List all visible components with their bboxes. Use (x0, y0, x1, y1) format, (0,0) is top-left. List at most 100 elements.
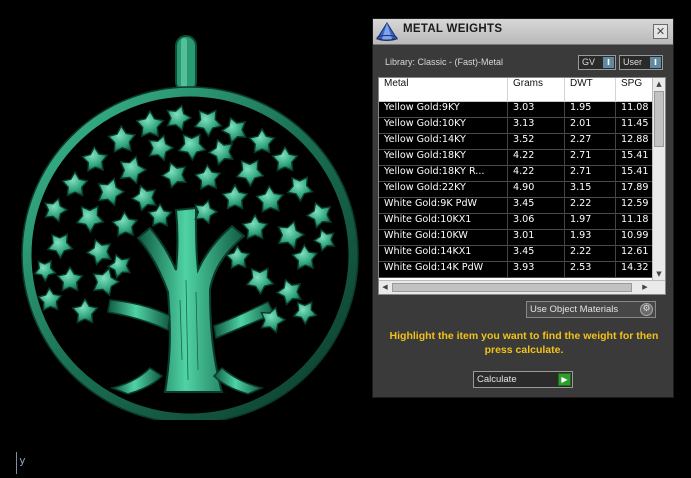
cell-metal: White Gold:14KX1 (379, 246, 508, 262)
panel-title: METAL WEIGHTS (403, 23, 503, 35)
maple-leaf (292, 300, 318, 326)
scroll-right-icon[interactable]: ▶ (639, 281, 651, 294)
user-toggle[interactable]: User I (619, 55, 663, 70)
calculate-button[interactable]: Calculate ▶ (473, 371, 573, 388)
scroll-left-icon[interactable]: ◀ (379, 281, 391, 294)
table-row[interactable]: White Gold:9K PdW 3.45 2.22 12.59 (379, 198, 653, 214)
cell-dwt: 2.01 (565, 118, 616, 134)
axis-y-label: y (19, 454, 26, 467)
gv-toggle-label: GV (582, 57, 596, 67)
library-label: Library: Classic - (Fast)-Metal (385, 57, 504, 67)
use-object-materials-label: Use Object Materials (530, 304, 619, 315)
table-row[interactable]: Yellow Gold:14KY 3.52 2.27 12.88 (379, 134, 653, 150)
maple-leaf (245, 267, 275, 296)
metal-table[interactable]: Metal Grams DWT SPG Yellow Gold:9KY 3.03 1… (378, 77, 666, 295)
scroll-down-icon[interactable]: ▼ (653, 268, 665, 280)
cell-grams: 3.45 (508, 198, 565, 214)
maple-leaf (271, 145, 299, 172)
cell-dwt: 3.15 (565, 182, 616, 198)
maple-leaf (61, 170, 89, 197)
cell-spg: 11.45 (621, 118, 649, 129)
table-row[interactable]: Yellow Gold:10KY 3.13 2.01 11.45 (379, 118, 653, 134)
cell-spg: 14.32 (621, 262, 649, 273)
table-row[interactable]: Yellow Gold:18KY R... 4.22 2.71 15.41 (379, 166, 653, 182)
cell-grams: 3.03 (508, 102, 565, 118)
panel-titlebar[interactable]: METAL WEIGHTS ✕ (373, 19, 673, 45)
cell-grams: 4.22 (508, 150, 565, 166)
maple-leaf (193, 109, 223, 138)
cell-spg: 12.59 (621, 198, 649, 209)
cell-spg: 11.18 (621, 214, 649, 225)
cell-grams: 4.22 (508, 166, 565, 182)
gear-icon[interactable]: ⚙ (640, 303, 653, 316)
maple-leaf (119, 155, 148, 185)
maple-leaf (177, 133, 207, 162)
maple-leaf (148, 134, 175, 162)
column-header-dwt[interactable]: DWT (565, 78, 616, 102)
cell-grams: 3.01 (508, 230, 565, 246)
column-header-grams[interactable]: Grams (508, 78, 565, 102)
maple-leaf (291, 243, 319, 271)
play-icon[interactable]: ▶ (558, 373, 571, 386)
maple-leaf (160, 161, 187, 189)
cell-metal: Yellow Gold:22KY (379, 182, 508, 198)
cell-dwt: 1.97 (565, 214, 616, 230)
cell-grams: 3.52 (508, 134, 565, 150)
column-header-metal[interactable]: Metal (379, 78, 508, 102)
maple-leaf (166, 104, 193, 132)
maple-leaf (277, 220, 306, 250)
vertical-scrollbar[interactable]: ▲ ▼ (652, 78, 665, 280)
maple-leaf (248, 127, 276, 154)
close-icon[interactable]: ✕ (653, 24, 668, 39)
use-object-materials-dropdown[interactable]: Use Object Materials ⚙ (526, 301, 656, 318)
instruction-text: Highlight the item you want to find the … (389, 330, 659, 356)
cell-dwt: 2.71 (565, 166, 616, 182)
cell-metal: Yellow Gold:9KY (379, 102, 508, 118)
cell-metal: White Gold:10KX1 (379, 214, 508, 230)
table-header: Metal Grams DWT SPG (379, 78, 653, 102)
column-header-spg[interactable]: SPG (616, 78, 653, 102)
maple-leaf (305, 201, 332, 229)
cell-dwt: 1.93 (565, 230, 616, 246)
scroll-up-icon[interactable]: ▲ (653, 78, 665, 90)
maple-leaf (220, 116, 247, 144)
maple-leaf (147, 202, 173, 227)
gv-toggle-indicator: I (603, 57, 614, 68)
cell-dwt: 2.53 (565, 262, 616, 278)
user-toggle-label: User (623, 57, 643, 67)
cell-grams: 3.06 (508, 214, 565, 230)
calculate-label: Calculate (477, 374, 517, 385)
cell-metal: White Gold:10KW (379, 230, 508, 246)
table-row[interactable]: White Gold:14KX1 3.45 2.22 12.61 (379, 246, 653, 262)
cell-metal: Yellow Gold:18KY (379, 150, 508, 166)
cell-spg: 12.88 (621, 134, 649, 145)
cell-spg: 12.61 (621, 246, 649, 257)
maple-leaf (111, 210, 139, 238)
cell-grams: 3.45 (508, 246, 565, 262)
table-row[interactable]: White Gold:10KW 3.01 1.93 10.99 (379, 230, 653, 246)
table-row[interactable]: White Gold:10KX1 3.06 1.97 11.18 (379, 214, 653, 230)
maple-leaf (75, 205, 105, 234)
maple-leaf (56, 265, 84, 292)
tree-pendant-model[interactable] (0, 30, 370, 420)
cell-grams: 3.93 (508, 262, 565, 278)
maple-leaf (71, 297, 99, 324)
cell-spg: 10.99 (621, 230, 649, 241)
maple-leaf (130, 184, 157, 212)
table-row[interactable]: Yellow Gold:22KY 4.90 3.15 17.89 (379, 182, 653, 198)
cell-spg: 17.89 (621, 182, 649, 193)
vertical-scroll-thumb[interactable] (654, 91, 664, 147)
table-row[interactable]: White Gold:14K PdW 3.93 2.53 14.32 (379, 262, 653, 278)
maple-leaf (194, 163, 222, 191)
maple-leaf (286, 176, 314, 203)
cell-dwt: 1.95 (565, 102, 616, 118)
maple-leaf (85, 238, 112, 266)
horizontal-scroll-thumb[interactable] (392, 283, 632, 292)
horizontal-scrollbar[interactable]: ◀ ▶ (379, 280, 665, 294)
cell-metal: Yellow Gold:10KY (379, 118, 508, 134)
maple-leaf (235, 159, 265, 188)
gv-toggle[interactable]: GV I (578, 55, 616, 70)
table-row[interactable]: Yellow Gold:9KY 3.03 1.95 11.08 (379, 102, 653, 118)
cell-grams: 4.90 (508, 182, 565, 198)
table-row[interactable]: Yellow Gold:18KY 4.22 2.71 15.41 (379, 150, 653, 166)
